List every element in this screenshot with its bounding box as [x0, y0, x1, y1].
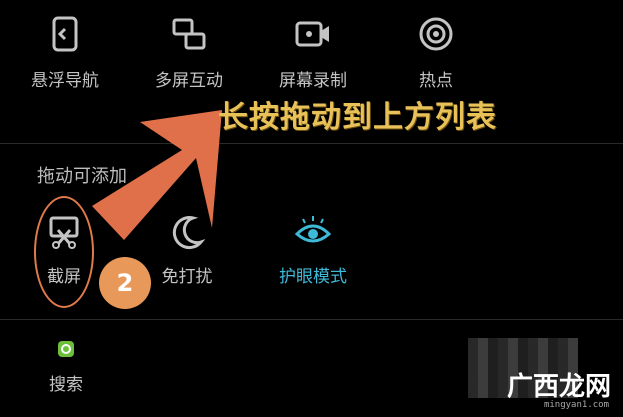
highlight-ellipse [34, 196, 94, 308]
step-badge: 2 [99, 257, 151, 309]
annotation-text: 长按拖动到上方列表 [218, 100, 497, 135]
watermark-url: mingyan1.com [543, 400, 609, 410]
watermark-logo: 广西龙网 [506, 372, 611, 402]
